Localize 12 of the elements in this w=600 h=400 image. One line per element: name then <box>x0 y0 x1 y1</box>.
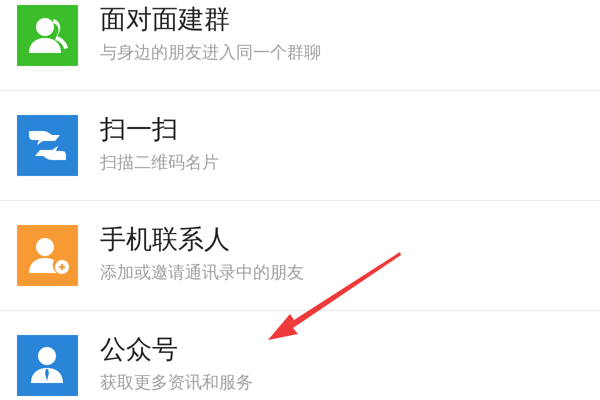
people-icon <box>17 5 78 66</box>
item-title[interactable]: 面对面建群 <box>100 5 321 35</box>
add-person-icon <box>17 225 78 286</box>
item-title[interactable]: 扫一扫 <box>100 115 219 145</box>
item-subtitle: 与身边的朋友进入同一个群聊 <box>100 42 321 64</box>
item-subtitle: 获取更多资讯和服务 <box>100 372 253 394</box>
person-tie-icon <box>17 335 78 396</box>
item-title[interactable]: 公众号 <box>100 335 253 365</box>
chat-bubbles-icon <box>17 115 78 176</box>
item-subtitle: 扫描二维码名片 <box>100 152 219 174</box>
item-subtitle: 添加或邀请通讯录中的朋友 <box>100 262 304 284</box>
item-title[interactable]: 手机联系人 <box>100 225 304 255</box>
